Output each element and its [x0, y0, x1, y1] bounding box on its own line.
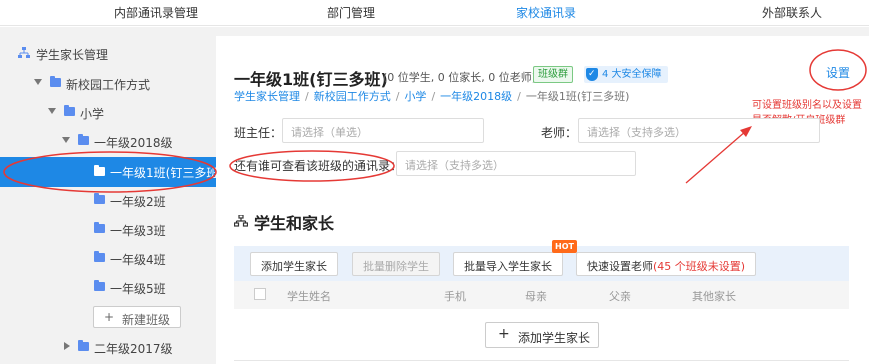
folder-icon: [94, 222, 105, 233]
tab-department[interactable]: 部门管理: [327, 4, 375, 21]
org-icon: [18, 47, 30, 58]
head-teacher-select[interactable]: 请选择（单选）: [282, 118, 484, 143]
top-nav: 内部通讯录管理 部门管理 家校通讯录 外部联系人: [0, 0, 869, 26]
sidebar-item-label: 一年级2018级: [94, 136, 173, 150]
plus-icon: +: [104, 310, 115, 324]
sidebar-item-label: 一年级2班: [110, 195, 166, 209]
sidebar-item-label: 二年级2017级: [94, 342, 173, 356]
sidebar: 学生家长管理 新校园工作方式 小学 一年级2018级 一年级1班(钉三多班) 一…: [0, 36, 223, 364]
class-stats: (0 位学生, 0 位家长, 0 位老师): [383, 71, 537, 84]
batch-import-button[interactable]: 批量导入学生家长: [453, 252, 563, 276]
breadcrumb-item[interactable]: 学生家长管理: [234, 90, 300, 103]
new-class-label: 新建班级: [122, 313, 171, 327]
add-student-parent-empty-button[interactable]: + 添加学生家长: [485, 322, 599, 348]
folder-icon: [94, 165, 105, 176]
chevron-down-icon[interactable]: [34, 79, 42, 85]
breadcrumb-item[interactable]: 一年级2018级: [440, 90, 512, 103]
sidebar-root[interactable]: 学生家长管理: [0, 40, 216, 68]
column-other-parents: 其他家长: [692, 290, 736, 303]
breadcrumb-current: 一年级1班(钉三多班): [525, 90, 630, 103]
sidebar-item-label: 一年级3班: [110, 224, 166, 238]
quick-set-label: 快速设置老师: [587, 260, 653, 273]
folder-icon: [94, 280, 105, 291]
column-phone: 手机: [444, 290, 466, 303]
plus-icon: +: [498, 326, 510, 342]
sidebar-item-grade2-2017[interactable]: 二年级2017级: [0, 334, 216, 362]
breadcrumb-separator: /: [305, 90, 309, 103]
chevron-right-icon[interactable]: [64, 342, 70, 350]
sidebar-item-class4[interactable]: 一年级4班: [0, 245, 216, 273]
column-mother: 母亲: [525, 290, 547, 303]
org-icon: [234, 215, 248, 227]
folder-icon: [94, 251, 105, 262]
breadcrumb: 学生家长管理 / 新校园工作方式 / 小学 / 一年级2018级 / 一年级1班(钉三多班): [234, 88, 629, 104]
column-student-name: 学生姓名: [287, 290, 331, 303]
tab-internal-contacts[interactable]: 内部通讯录管理: [114, 4, 198, 21]
shield-icon: [586, 66, 598, 83]
sidebar-item-primary[interactable]: 小学: [0, 99, 216, 127]
breadcrumb-separator: /: [431, 90, 436, 103]
sidebar-item-class2[interactable]: 一年级2班: [0, 187, 216, 215]
tab-home-school-contacts[interactable]: 家校通讯录: [516, 4, 576, 21]
settings-link[interactable]: 设置: [826, 64, 850, 81]
quick-set-note: (45 个班级未设置): [653, 260, 746, 273]
folder-icon: [50, 76, 61, 87]
sidebar-item-label: 一年级5班: [110, 282, 166, 296]
teacher-select[interactable]: 请选择（支持多选）: [578, 118, 820, 143]
header-separator: [0, 27, 869, 36]
folder-icon: [64, 105, 75, 116]
sidebar-item-label: 一年级1班(钉三多班): [110, 166, 223, 180]
quick-set-teacher-button[interactable]: 快速设置老师(45 个班级未设置): [576, 252, 757, 276]
select-all-checkbox[interactable]: [254, 288, 266, 300]
hot-badge: HOT: [552, 240, 577, 253]
sidebar-item-label: 一年级4班: [110, 253, 166, 267]
folder-icon: [78, 134, 89, 145]
viewers-label: 还有谁可查看该班级的通讯录：: [234, 159, 403, 173]
chevron-down-icon[interactable]: [62, 137, 70, 143]
new-class-button[interactable]: + 新建班级: [93, 306, 181, 328]
breadcrumb-separator: /: [517, 90, 521, 103]
sidebar-item-new-campus[interactable]: 新校园工作方式: [0, 70, 216, 98]
sidebar-item-class3[interactable]: 一年级3班: [0, 216, 216, 244]
sidebar-item-label: 小学: [80, 107, 105, 121]
column-father: 父亲: [609, 290, 631, 303]
sidebar-item-grade1-2018[interactable]: 一年级2018级: [0, 128, 216, 156]
annotation-line1: 可设置班级别名以及设置: [752, 100, 862, 111]
breadcrumb-item[interactable]: 小学: [404, 90, 426, 103]
chevron-down-icon[interactable]: [48, 108, 56, 114]
breadcrumb-item[interactable]: 新校园工作方式: [314, 90, 391, 103]
sidebar-item-class1[interactable]: 一年级1班(钉三多班): [0, 157, 223, 187]
page-title: 一年级1班(钉三多班): [234, 70, 388, 89]
security-badge-label: 4 大安全保障: [602, 69, 662, 80]
batch-delete-button: 批量删除学生: [352, 252, 440, 276]
security-badge[interactable]: 4 大安全保障: [584, 66, 668, 83]
breadcrumb-separator: /: [395, 90, 400, 103]
class-group-badge[interactable]: 班级群: [533, 66, 573, 83]
section-title: 学生和家长: [254, 214, 335, 233]
sidebar-item-class5[interactable]: 一年级5班: [0, 274, 216, 302]
sidebar-item-label: 新校园工作方式: [66, 78, 151, 92]
add-student-parent-button[interactable]: 添加学生家长: [250, 252, 338, 276]
viewers-select[interactable]: 请选择（支持多选）: [396, 151, 636, 176]
divider: [234, 360, 849, 361]
folder-icon: [94, 193, 105, 204]
tab-external-contacts[interactable]: 外部联系人: [762, 4, 822, 21]
add-student-parent-label: 添加学生家长: [518, 331, 591, 345]
teacher-label: 老师：: [541, 126, 578, 140]
folder-icon: [78, 340, 89, 351]
sidebar-root-label: 学生家长管理: [36, 48, 109, 62]
head-teacher-label: 班主任：: [234, 126, 283, 140]
